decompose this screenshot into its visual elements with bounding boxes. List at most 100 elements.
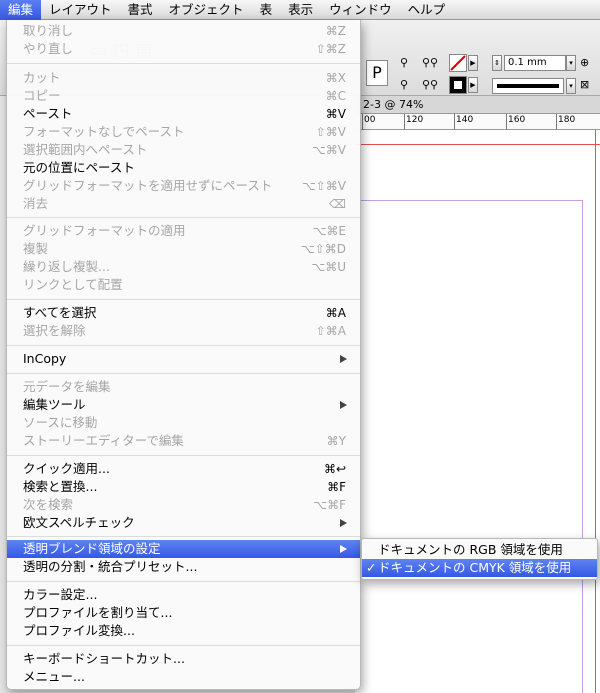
menu-item-shortcut: ⌘C — [325, 89, 346, 103]
submenu-arrow-icon — [340, 545, 347, 553]
menu-item-shortcut: ⌥⌘U — [311, 260, 346, 274]
menu-item-quick-apply[interactable]: クイック適用... ⌘↩ — [7, 460, 360, 478]
menu-table[interactable]: 表 — [252, 0, 281, 20]
fill-swatch[interactable] — [449, 54, 467, 72]
menu-separator — [7, 581, 360, 582]
menu-separator — [7, 299, 360, 300]
menu-layout[interactable]: レイアウト — [41, 0, 120, 20]
align-bottom-icon[interactable]: ⚲ — [400, 78, 408, 91]
menu-item-label: 選択を解除 — [23, 323, 86, 338]
menu-item-paste-into[interactable]: 選択範囲内へペースト ⌥⌘V — [7, 141, 360, 159]
menu-item-color-settings[interactable]: カラー設定... — [7, 586, 360, 604]
ruler-tick — [404, 114, 405, 130]
menu-item-edit-with[interactable]: 編集ツール — [7, 396, 360, 414]
stroke-dropdown[interactable]: ▶ — [468, 77, 478, 93]
menu-item-apply-grid-format[interactable]: グリッドフォーマットの適用 ⌥⌘E — [7, 222, 360, 240]
stroke-weight-dropdown[interactable]: ▾ — [566, 55, 576, 71]
menu-item-shortcut: ⇧⌘V — [315, 125, 346, 139]
menu-item-shortcut: ⌘Z — [325, 24, 346, 38]
stroke-type-preview — [497, 84, 559, 88]
menu-item-find-change[interactable]: 検索と置換... ⌘F — [7, 478, 360, 496]
menu-item-shortcut: ⇧⌘A — [315, 324, 346, 338]
menu-separator — [7, 345, 360, 346]
menu-item-label: すべてを選択 — [23, 305, 97, 320]
submenu-arrow-icon — [340, 401, 347, 409]
menu-item-paste-without-grid-format[interactable]: グリッドフォーマットを適用せずにペースト ⌥⇧⌘V — [7, 177, 360, 195]
submenu-item-cmyk[interactable]: ✓ ドキュメントの CMYK 領域を使用 — [362, 559, 597, 577]
menu-item-go-to-source[interactable]: ソースに移動 — [7, 414, 360, 432]
menu-item-label: 取り消し — [23, 23, 74, 38]
paragraph-style-button[interactable]: P — [366, 60, 388, 86]
menu-separator — [7, 645, 360, 646]
menu-separator — [7, 455, 360, 456]
distribute-icon[interactable]: ⚲⚲ — [422, 56, 438, 69]
menu-item-label: メニュー... — [23, 669, 85, 684]
menu-item-shortcut: ⌘A — [325, 306, 346, 320]
menu-item-duplicate[interactable]: 複製 ⌥⇧⌘D — [7, 240, 360, 258]
menubar: 編集 レイアウト 書式 オブジェクト 表 表示 ウィンドウ ヘルプ — [0, 0, 600, 20]
menu-object[interactable]: オブジェクト — [161, 0, 252, 20]
menu-type[interactable]: 書式 — [120, 0, 161, 20]
menu-item-undo[interactable]: 取り消し ⌘Z — [7, 22, 360, 40]
menu-item-assign-profiles[interactable]: プロファイルを割り当て... — [7, 604, 360, 622]
menu-item-label: キーボードショートカット... — [23, 651, 185, 666]
menu-item-edit-original[interactable]: 元データを編集 — [7, 378, 360, 396]
submenu-arrow-icon — [340, 519, 347, 527]
ruler-label: 00 — [364, 115, 376, 125]
stroke-weight-value: 0.1 mm — [508, 57, 547, 68]
document-tab-title: 2-3 @ 74% — [363, 98, 424, 111]
menu-item-shortcut: ⇧⌘Z — [315, 42, 346, 56]
menu-edit[interactable]: 編集 — [0, 0, 42, 20]
stroke-swatch[interactable] — [449, 76, 467, 94]
stroke-type-field[interactable] — [492, 78, 564, 94]
menu-item-paste-in-place[interactable]: 元の位置にペースト — [7, 159, 360, 177]
menu-item-place-as-link[interactable]: リンクとして配置 — [7, 276, 360, 294]
menu-item-flattener-presets[interactable]: 透明の分割・統合プリセット... — [7, 558, 360, 576]
zoom-icon[interactable]: ⊕ — [580, 56, 589, 69]
menu-item-label: 消去 — [23, 196, 49, 211]
menu-item-transparency-blend-space[interactable]: 透明ブレンド領域の設定 — [7, 540, 360, 558]
menu-item-select-all[interactable]: すべてを選択 ⌘A — [7, 304, 360, 322]
menu-view[interactable]: 表示 — [280, 0, 321, 20]
menu-item-convert-to-profile[interactable]: プロファイル変換... — [7, 622, 360, 640]
menu-item-deselect-all[interactable]: 選択を解除 ⇧⌘A — [7, 322, 360, 340]
document-tab[interactable]: 2-3 @ 74% — [355, 96, 600, 114]
menu-item-clear[interactable]: 消去 ⌫ — [7, 195, 360, 213]
submenu-item-rgb[interactable]: ドキュメントの RGB 領域を使用 — [362, 541, 597, 559]
menu-separator — [7, 373, 360, 374]
stroke-weight-field[interactable]: 0.1 mm — [504, 55, 566, 71]
menu-item-label: 透明ブレンド領域の設定 — [23, 541, 161, 556]
menu-window[interactable]: ウィンドウ — [321, 0, 400, 20]
menu-item-cut[interactable]: カット ⌘X — [7, 69, 360, 87]
menu-item-label: 元の位置にペースト — [23, 160, 135, 175]
menu-item-label: グリッドフォーマットを適用せずにペースト — [23, 178, 273, 193]
style-letter: P — [372, 63, 382, 82]
menu-item-edit-in-story-editor[interactable]: ストーリーエディターで編集 ⌘Y — [7, 432, 360, 450]
menu-item-incopy[interactable]: InCopy — [7, 350, 360, 368]
scale-icon[interactable]: ⊠ — [580, 78, 589, 91]
menu-item-label: 元データを編集 — [23, 379, 111, 394]
menu-item-menus[interactable]: メニュー... — [7, 668, 360, 686]
menu-item-shortcut: ⌥⌘F — [313, 498, 346, 512]
menu-help[interactable]: ヘルプ — [400, 0, 454, 20]
align-icon[interactable]: ⚲ — [400, 56, 408, 69]
menu-item-paste[interactable]: ペースト ⌘V — [7, 105, 360, 123]
menu-item-find-next[interactable]: 次を検索 ⌥⌘F — [7, 496, 360, 514]
menu-item-spelling[interactable]: 欧文スペルチェック — [7, 514, 360, 532]
menu-item-shortcut: ⌘V — [325, 107, 346, 121]
stroke-weight-stepper[interactable]: ⇕ — [492, 55, 502, 71]
submenu-arrow-icon — [340, 355, 347, 363]
menu-item-step-and-repeat[interactable]: 繰り返し複製... ⌥⌘U — [7, 258, 360, 276]
menu-item-copy[interactable]: コピー ⌘C — [7, 87, 360, 105]
menu-item-paste-without-formatting[interactable]: フォーマットなしでペースト ⇧⌘V — [7, 123, 360, 141]
fill-dropdown[interactable]: ▶ — [468, 55, 478, 71]
distribute-bottom-icon[interactable]: ⚲⚲ — [422, 78, 438, 91]
menu-item-label: ストーリーエディターで編集 — [23, 433, 184, 448]
menu-separator — [7, 63, 360, 64]
menu-item-shortcut: ⌘X — [325, 71, 346, 85]
stroke-inner — [454, 81, 462, 89]
menu-item-redo[interactable]: やり直し ⇧⌘Z — [7, 40, 360, 58]
stroke-type-dropdown[interactable]: ▾ — [566, 78, 576, 94]
menu-separator — [7, 217, 360, 218]
menu-item-keyboard-shortcuts[interactable]: キーボードショートカット... — [7, 650, 360, 668]
